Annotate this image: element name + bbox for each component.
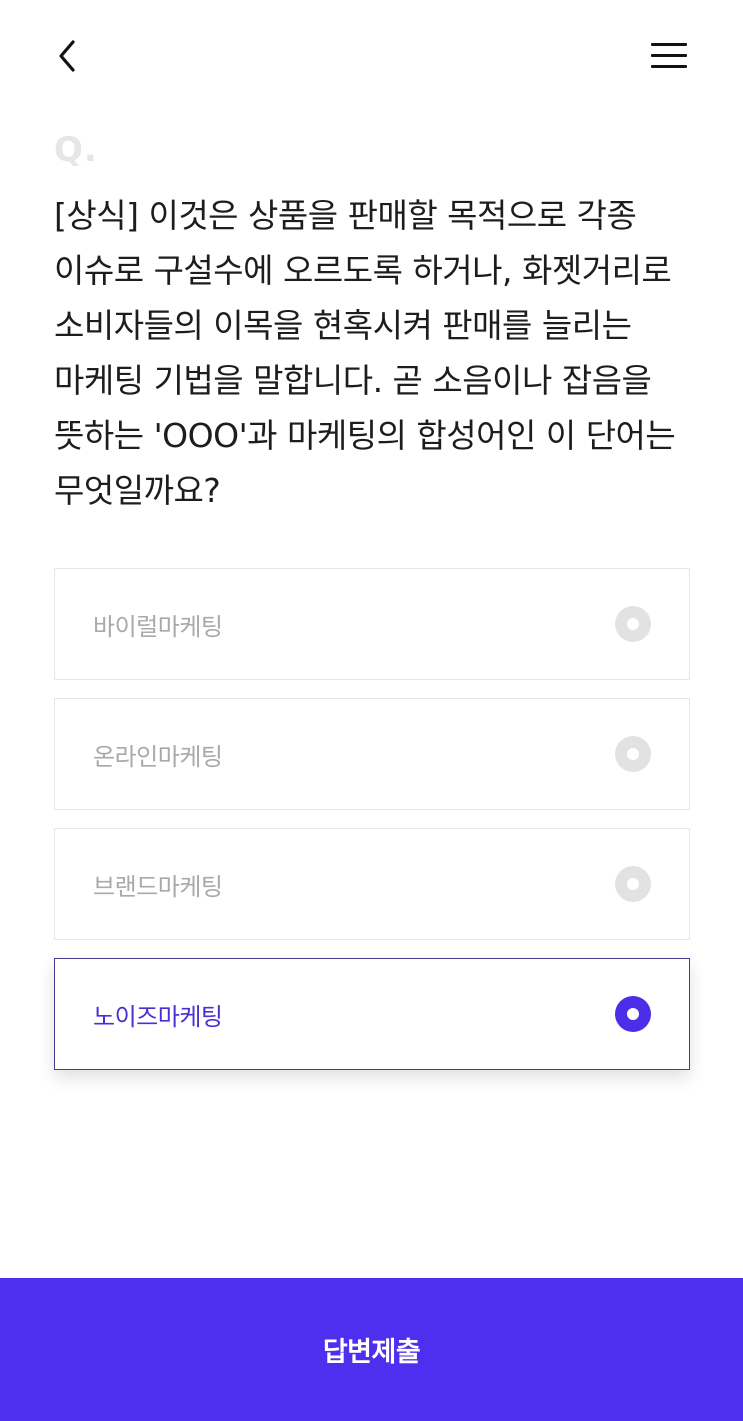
question-label: Q. [54, 130, 98, 170]
menu-button[interactable] [648, 38, 690, 72]
option-label: 바이럴마케팅 [93, 612, 223, 641]
option-label: 브랜드마케팅 [93, 872, 223, 901]
submit-answer-button[interactable]: 답변제출 [0, 1278, 743, 1421]
option-2[interactable]: 온라인마케팅 [54, 698, 690, 810]
quiz-screen: Q. [상식] 이것은 상품을 판매할 목적으로 각종 이슈로 구설수에 오르도… [0, 0, 743, 1421]
option-1[interactable]: 바이럴마케팅 [54, 568, 690, 680]
question-text: [상식] 이것은 상품을 판매할 목적으로 각종 이슈로 구설수에 오르도록 하… [54, 196, 676, 510]
option-3[interactable]: 브랜드마케팅 [54, 828, 690, 940]
radio-button-icon[interactable] [615, 606, 651, 642]
chevron-left-icon [59, 40, 75, 72]
back-button[interactable] [55, 36, 99, 76]
option-label: 노이즈마케팅 [93, 1002, 223, 1031]
radio-button-icon[interactable] [615, 866, 651, 902]
radio-button-icon[interactable] [615, 736, 651, 772]
option-label: 온라인마케팅 [93, 742, 223, 771]
radio-button-selected-icon[interactable] [615, 996, 651, 1032]
option-4-selected[interactable]: 노이즈마케팅 [54, 958, 690, 1070]
submit-label: 답변제출 [322, 1337, 421, 1368]
